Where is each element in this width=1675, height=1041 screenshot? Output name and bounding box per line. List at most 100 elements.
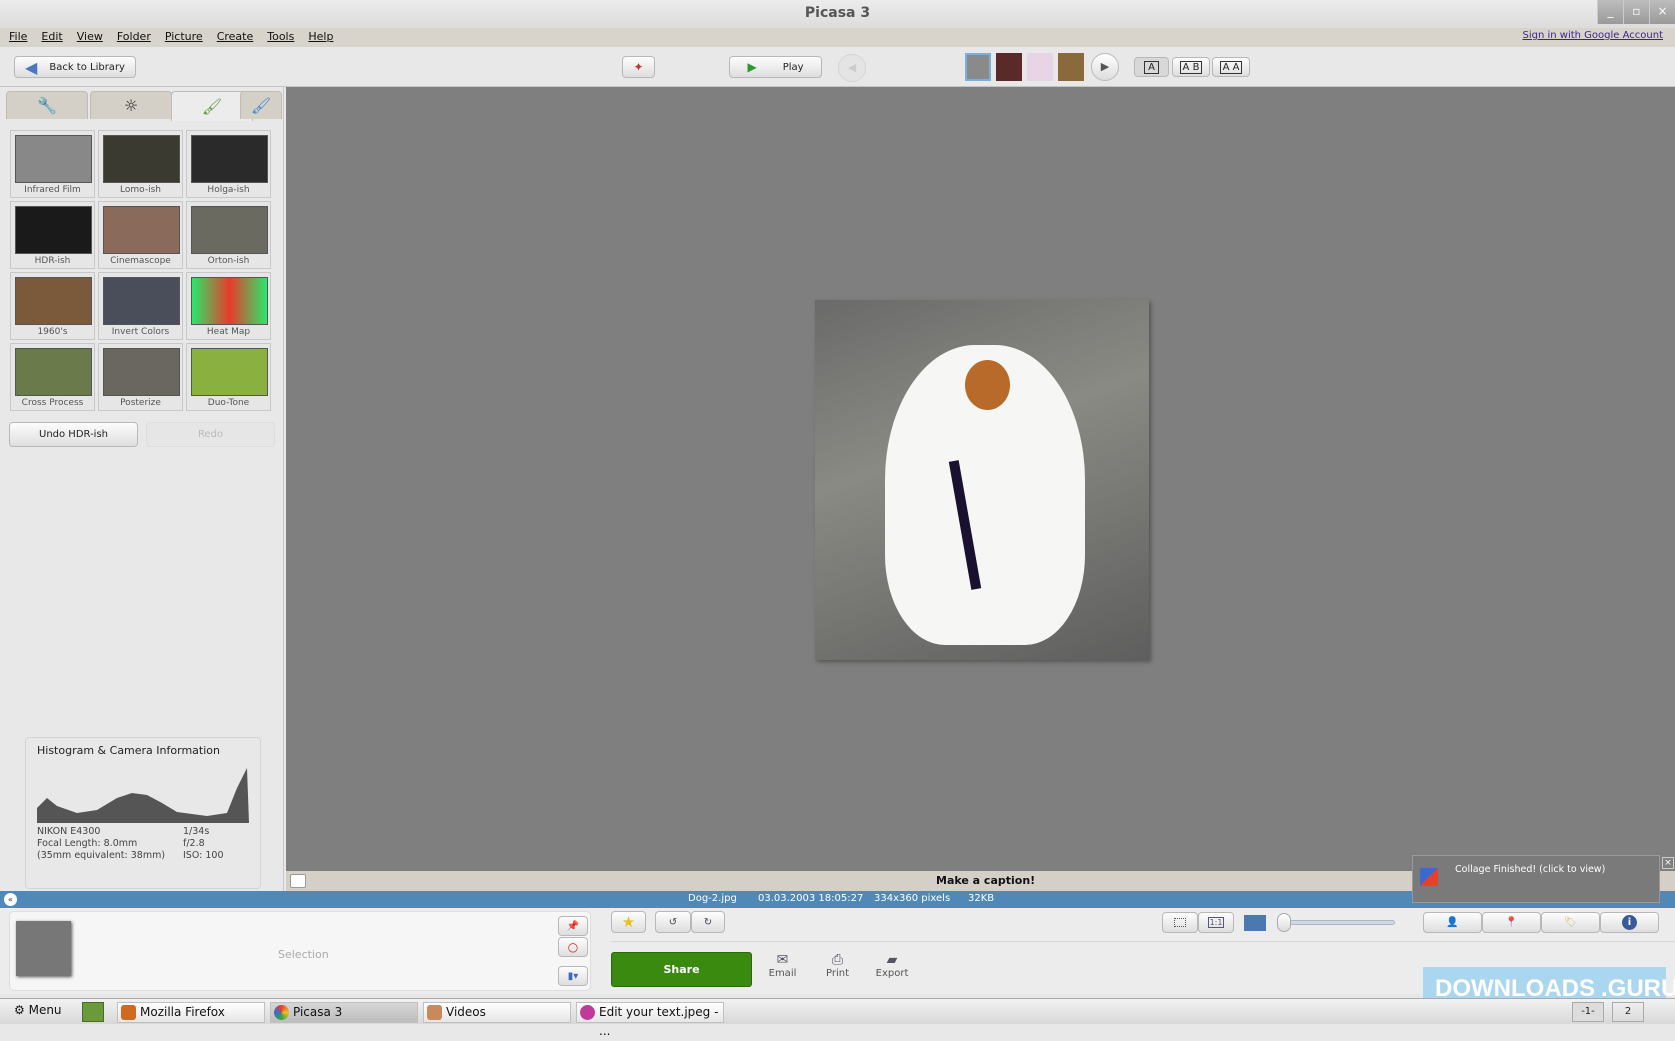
effect-hdr-ish[interactable]: HDR-ish [10,201,95,269]
histogram-area [37,768,249,823]
view-single-button[interactable]: A [1134,57,1169,77]
menu-tools[interactable]: Tools [258,28,299,43]
effect-heat-map[interactable]: Heat Map [186,272,271,340]
filmstrip-thumb-3[interactable] [1027,53,1053,81]
picasa-icon [274,1005,289,1020]
zoom-slider-track[interactable] [1285,920,1395,925]
play-icon: ▶ [747,60,757,74]
info-button[interactable]: i [1600,912,1659,933]
places-button[interactable]: 📍 [1482,912,1541,933]
menu-create[interactable]: Create [208,28,259,43]
view-compare-button[interactable]: A B [1172,57,1210,77]
info-filename: Dog-2.jpg [688,893,737,904]
filmstrip-thumb-4[interactable] [1058,53,1084,81]
collage-notification[interactable]: Collage Finished! (click to view) [1412,855,1660,903]
effect-thumb [103,206,180,254]
filmstrip-thumb-1[interactable] [965,53,991,81]
aperture: f/2.8 [183,838,205,849]
workspace-2[interactable]: 2 [1612,1002,1644,1022]
selection-thumbnail[interactable] [16,921,71,976]
task-firefox[interactable]: Mozilla Firefox [117,1002,265,1023]
zoom-slider-thumb[interactable] [1277,913,1291,932]
clear-button[interactable]: ○ [558,937,588,957]
start-menu-button[interactable]: ⚙ Menu [14,1003,62,1017]
effect-1960s[interactable]: 1960's [10,272,95,340]
edited-photo[interactable] [815,300,1149,660]
hold-button[interactable]: 📌 [558,916,588,936]
share-button[interactable]: Share [611,952,752,987]
notification-close-icon[interactable]: × [1662,857,1674,869]
effect-posterize[interactable]: Posterize [98,343,183,411]
print-button[interactable]: ⎙ Print [820,952,855,979]
redo-button[interactable]: Redo [146,422,275,447]
caption-toggle-icon[interactable] [290,874,306,888]
tags-button[interactable]: 🏷 [1541,912,1600,933]
tab-tuning[interactable]: ☼ [90,91,172,119]
tab-even-more-effects[interactable]: 🖌 [240,91,282,119]
export-label: Export [875,968,909,979]
effect-duo-tone[interactable]: Duo-Tone [186,343,271,411]
person-icon: 👤 [1446,917,1459,928]
caption-input[interactable]: Make a caption! [936,874,1035,887]
next-photo-button[interactable]: ▶ [1091,53,1119,81]
maximize-button[interactable]: ▫ [1623,0,1649,24]
fit-to-window-button[interactable] [1162,912,1198,933]
effect-infrared-film[interactable]: Infrared Film [10,130,95,198]
people-button[interactable]: 👤 [1423,912,1482,933]
printer-icon: ⎙ [831,952,844,968]
view-side-by-side-button[interactable]: A A [1212,57,1250,77]
effect-invert-colors[interactable]: Invert Colors [98,272,183,340]
menu-folder[interactable]: Folder [108,28,156,43]
minimize-button[interactable]: _ [1597,0,1623,24]
play-label: Play [782,61,804,73]
histogram-panel: Histogram & Camera Information NIKON E43… [25,737,261,889]
collapse-panel-icon[interactable]: « [4,893,17,906]
exposure-info: 1/34s f/2.8 ISO: 100 [183,826,224,862]
camera-info: NIKON E4300 Focal Length: 8.0mm (35mm eq… [37,826,165,862]
menu-bar: File Edit View Folder Picture Create Tools Help [0,28,1675,47]
tab-basic-fixes[interactable]: 🔧 [6,91,88,119]
task-videos[interactable]: Videos [423,1002,571,1023]
close-button[interactable]: × [1649,0,1675,24]
star-icon: ★ [621,913,636,931]
effect-lomo-ish[interactable]: Lomo-ish [98,130,183,198]
iso: ISO: 100 [183,850,224,861]
back-arrow-icon: ◀ [25,57,38,77]
effect-label: Orton-ish [207,256,250,266]
task-picasa[interactable]: Picasa 3 [270,1002,418,1023]
email-button[interactable]: ✉ Email [765,952,800,979]
effect-thumb [15,277,92,325]
effect-thumb [15,348,92,396]
undo-button[interactable]: Undo HDR-ish [9,422,138,447]
previous-photo-button[interactable]: ◀ [838,54,866,82]
sign-in-link[interactable]: Sign in with Google Account [1523,30,1664,41]
effect-label: Infrared Film [24,185,81,195]
actual-size-button[interactable]: 1:1 [1198,912,1234,933]
star-button[interactable]: ★ [611,911,646,933]
info-icon: i [1622,915,1637,930]
filmstrip-thumb-2[interactable] [996,53,1022,81]
effect-holga-ish[interactable]: Holga-ish [186,130,271,198]
rotate-right-button[interactable]: ↻ [691,911,725,933]
menu-view[interactable]: View [68,28,108,43]
view-single-label: A [1144,60,1159,74]
menu-edit[interactable]: Edit [32,28,67,43]
effect-orton-ish[interactable]: Orton-ish [186,201,271,269]
back-to-library-button[interactable]: ◀ Back to Library [14,56,136,78]
one-to-one-icon: 1:1 [1207,917,1225,928]
add-to-album-button[interactable]: ▮▾ [558,966,588,986]
rotate-left-button[interactable]: ↺ [655,911,691,933]
task-image-viewer[interactable]: Edit your text.jpeg - ... [576,1002,724,1038]
export-button[interactable]: ▰ Export [872,952,912,979]
effect-thumb [103,348,180,396]
play-button[interactable]: ▶ Play [729,56,822,78]
menu-help[interactable]: Help [299,28,338,43]
effect-cinemascope[interactable]: Cinemascope [98,201,183,269]
workspace-1[interactable]: -1- [1572,1002,1604,1022]
menu-picture[interactable]: Picture [156,28,208,43]
menu-file[interactable]: File [0,28,32,43]
window-titlebar: Picasa 3 [0,0,1675,28]
effect-cross-process[interactable]: Cross Process [10,343,95,411]
slideshow-collage-button[interactable]: ✦ [622,56,655,78]
show-desktop-icon[interactable] [82,1002,104,1022]
